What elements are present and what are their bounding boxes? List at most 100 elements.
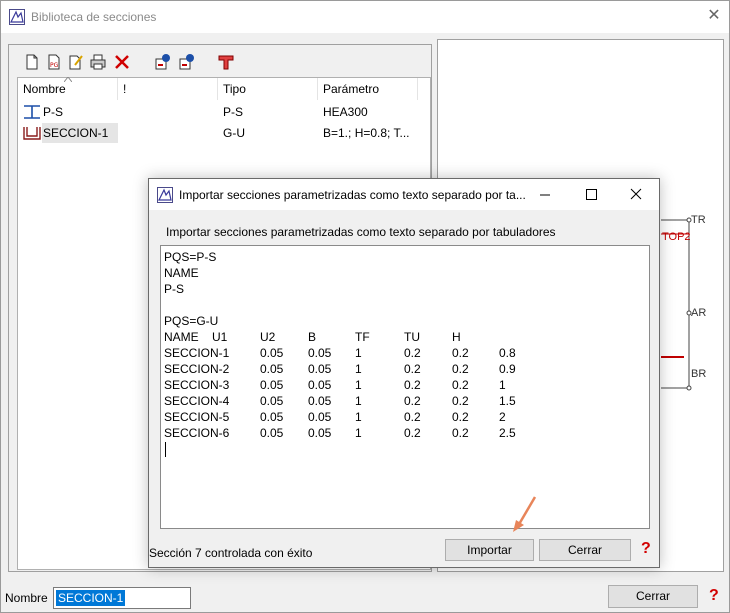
- cell-nombre: SECCION-1: [42, 123, 118, 143]
- table-row[interactable]: SECCION-1 G-U B=1.; H=0.8; T...: [18, 123, 430, 143]
- u-profile-icon: [23, 127, 41, 140]
- preview-label-tr: TR: [691, 214, 706, 226]
- status-message: Sección 7 controlada con éxito: [149, 546, 313, 560]
- text-token: NAME: [164, 266, 199, 280]
- text-token: 0.2: [404, 410, 421, 424]
- minimize-button[interactable]: [522, 179, 568, 210]
- cell-parametro: B=1.; H=0.8; T...: [323, 126, 410, 140]
- column-header-label: Tipo: [223, 82, 246, 96]
- text-token: 0.2: [452, 362, 469, 376]
- close-button[interactable]: Cerrar: [608, 585, 698, 608]
- text-token: 0.9: [499, 362, 516, 376]
- import-text-area[interactable]: PQS=P-S NAME P-S PQS=G-U NAME U1 U2 B TF TU H SECCI…: [160, 245, 650, 529]
- text-token: B: [308, 330, 317, 344]
- nombre-input-value: SECCION-1: [56, 590, 126, 606]
- text-token: 0.05: [260, 378, 284, 392]
- text-token: 1: [355, 426, 362, 440]
- text-token: TF: [355, 330, 370, 344]
- maximize-icon: [586, 189, 597, 200]
- delete-icon[interactable]: [113, 53, 131, 71]
- dialog-content: Importar secciones parametrizadas como t…: [150, 210, 658, 540]
- text-token: 0.2: [404, 426, 421, 440]
- column-header-flag[interactable]: !: [118, 78, 218, 100]
- text-token: 0.05: [260, 426, 284, 440]
- preview-label-br: BR: [691, 368, 707, 380]
- main-titlebar: Biblioteca de secciones ✕: [1, 1, 729, 33]
- dialog-cancel-button[interactable]: Cerrar: [539, 539, 631, 561]
- column-header-parametro[interactable]: Parámetro: [318, 78, 418, 100]
- print-icon[interactable]: [89, 53, 107, 71]
- nombre-label: Nombre: [5, 591, 48, 605]
- text-token: 1: [355, 362, 362, 376]
- text-token: 2: [499, 410, 506, 424]
- import-icon[interactable]: [153, 53, 171, 71]
- text-token: 0.2: [452, 346, 469, 360]
- text-token: 0.05: [308, 426, 332, 440]
- app-icon: [9, 9, 25, 25]
- text-token: U1: [212, 330, 228, 344]
- text-token: 1: [499, 378, 506, 392]
- text-token: 0.2: [452, 410, 469, 424]
- new-icon[interactable]: [23, 53, 41, 71]
- text-token: PQS=G-U: [164, 314, 219, 328]
- text-token: 0.05: [308, 346, 332, 360]
- text-token: 1.5: [499, 394, 516, 408]
- text-token: NAME: [164, 330, 199, 344]
- minimize-icon: [540, 194, 550, 196]
- text-token: SECCION-5: [164, 410, 230, 424]
- text-token: 0.2: [404, 346, 421, 360]
- dialog-label: Importar secciones parametrizadas como t…: [166, 225, 556, 239]
- text-token: 1: [355, 410, 362, 424]
- text-token: 2.5: [499, 426, 516, 440]
- text-token: SECCION-4: [164, 394, 230, 408]
- export-icon[interactable]: [177, 53, 195, 71]
- text-token: SECCION-1: [164, 346, 230, 360]
- dialog-titlebar: Importar secciones parametrizadas como t…: [149, 179, 659, 210]
- text-caret: [165, 442, 166, 457]
- dialog-title: Importar secciones parametrizadas como t…: [179, 188, 526, 202]
- text-token: PQS=P-S: [164, 250, 217, 264]
- text-token: P-S: [164, 282, 185, 296]
- text-token: 0.2: [452, 394, 469, 408]
- text-token: 0.05: [308, 378, 332, 392]
- pointer-arrow-icon: [513, 496, 537, 532]
- text-token: 0.05: [260, 394, 284, 408]
- preview-label-ar: AR: [691, 307, 707, 319]
- maximize-button[interactable]: [568, 179, 614, 210]
- text-token: U2: [260, 330, 276, 344]
- text-token: 0.2: [404, 362, 421, 376]
- text-token: 1: [355, 378, 362, 392]
- text-token: 0.2: [404, 378, 421, 392]
- text-token: 0.05: [308, 410, 332, 424]
- nombre-input[interactable]: SECCION-1: [53, 587, 191, 609]
- text-token: 0.05: [260, 410, 284, 424]
- text-token: 0.2: [404, 394, 421, 408]
- cell-tipo: P-S: [223, 105, 244, 119]
- table-row[interactable]: P-S P-S HEA300: [18, 102, 430, 122]
- dialog-close-button[interactable]: [613, 179, 659, 210]
- dialog-help-icon[interactable]: ?: [641, 540, 651, 558]
- column-header-tipo[interactable]: Tipo: [218, 78, 318, 100]
- cell-tipo: G-U: [223, 126, 245, 140]
- cell-nombre: P-S: [43, 105, 64, 119]
- import-dialog: Importar secciones parametrizadas como t…: [148, 178, 660, 568]
- help-icon[interactable]: ?: [709, 587, 719, 605]
- column-header-nombre[interactable]: Nombre: [18, 77, 118, 100]
- new-parametric-icon[interactable]: PG: [45, 53, 63, 71]
- preview-label-top: TOP2: [662, 231, 691, 243]
- text-token: H: [452, 330, 461, 344]
- close-icon: [630, 188, 642, 200]
- text-token: 0.8: [499, 346, 516, 360]
- text-token: 0.2: [452, 426, 469, 440]
- window-title: Biblioteca de secciones: [31, 10, 157, 24]
- import-button[interactable]: Importar: [445, 539, 534, 561]
- text-token: TU: [404, 330, 420, 344]
- dialog-app-icon: [157, 187, 173, 203]
- text-token: 1: [355, 394, 362, 408]
- section-tee-icon[interactable]: [217, 53, 235, 71]
- text-token: SECCION-6: [164, 426, 230, 440]
- window-close-button[interactable]: ✕: [701, 5, 727, 27]
- text-token: 0.05: [308, 362, 332, 376]
- edit-icon[interactable]: [67, 53, 85, 71]
- column-header-label: Nombre: [23, 82, 66, 96]
